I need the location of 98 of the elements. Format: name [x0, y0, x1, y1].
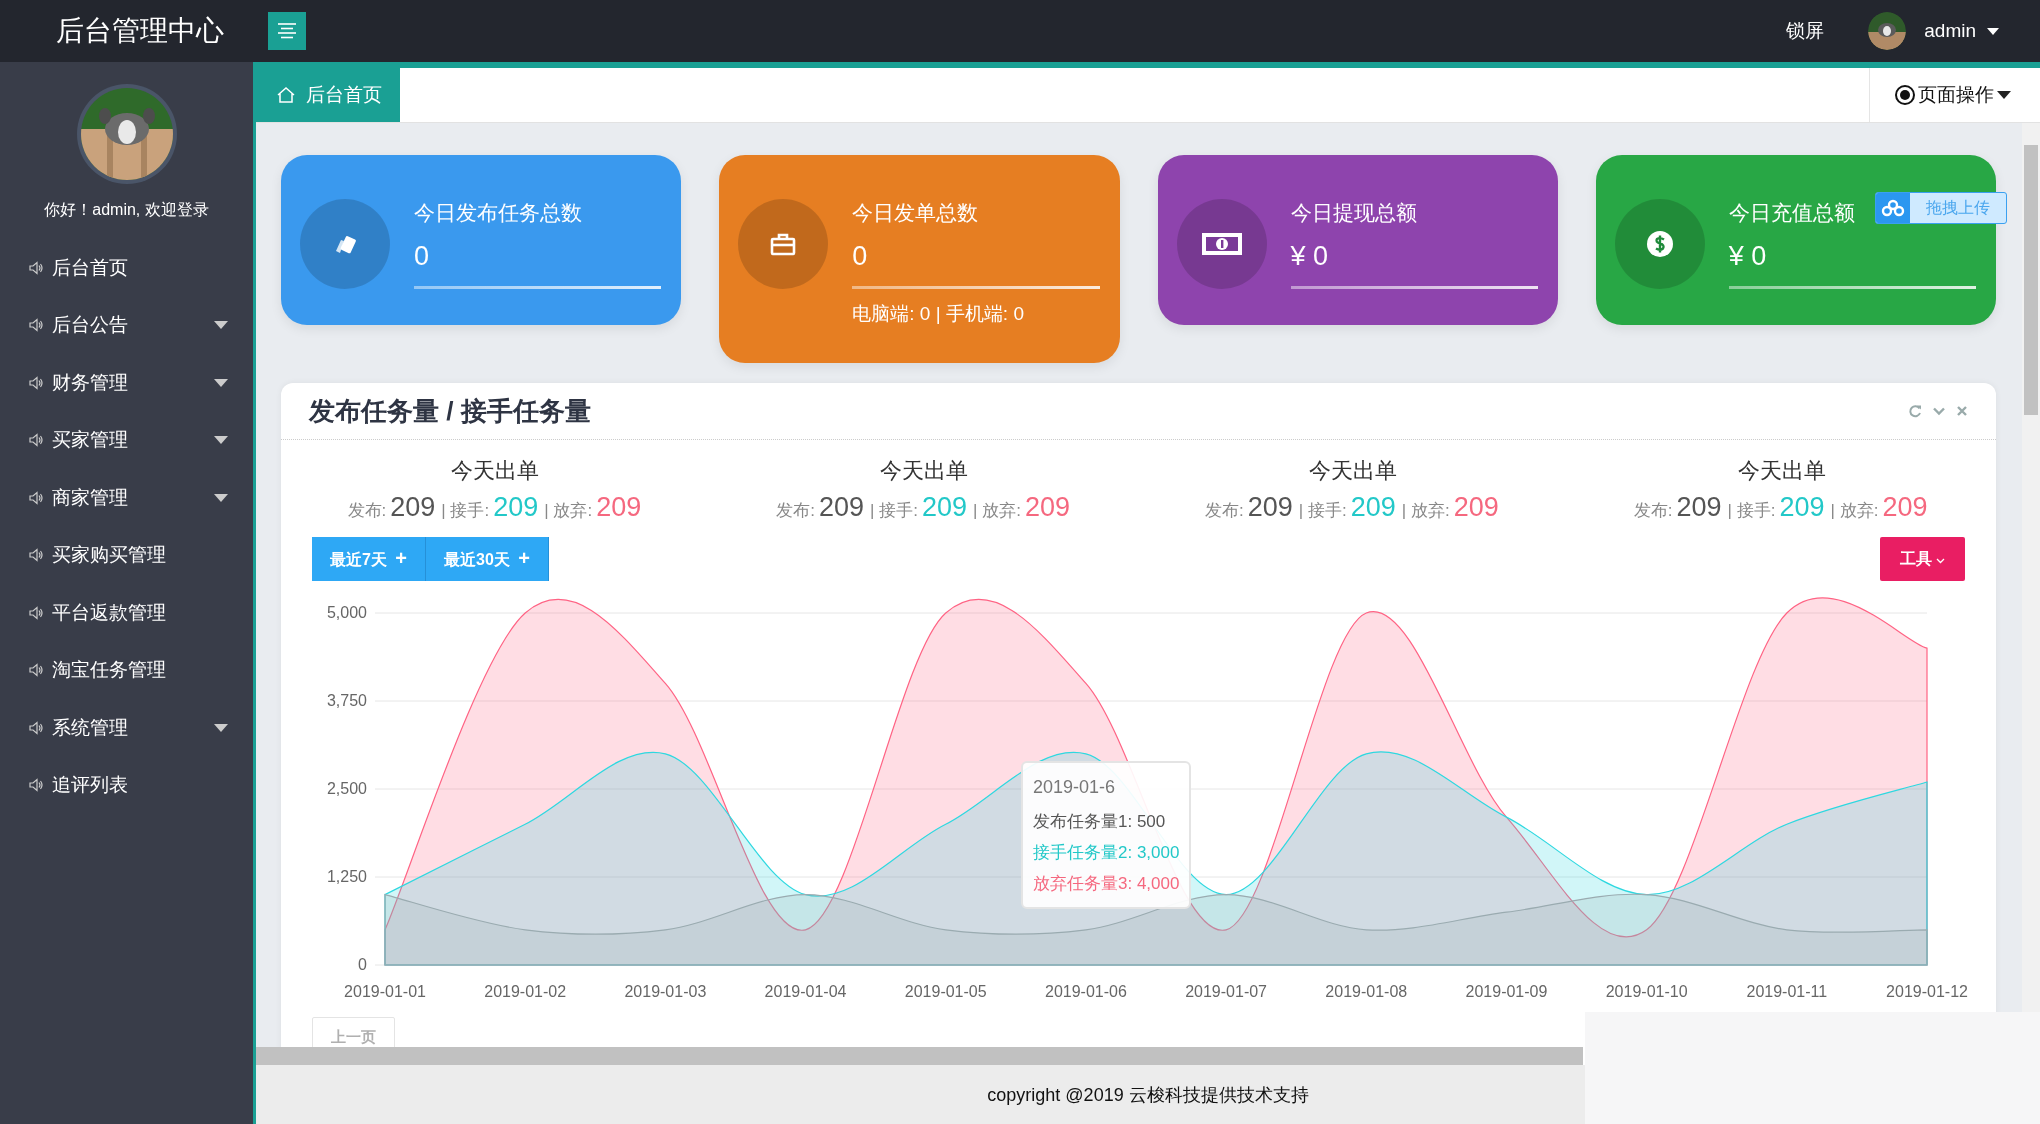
stat-label: 发布: — [1633, 500, 1673, 522]
sidebar-item[interactable]: 后台首页 — [0, 239, 253, 297]
x-axis-label: 2019-01-04 — [764, 983, 847, 1000]
speaker-icon — [28, 259, 44, 276]
card-title: 今日发布任务总数 — [414, 200, 582, 226]
x-axis-label: 2019-01-02 — [484, 983, 567, 1000]
stat-title: 今天出单 — [450, 457, 541, 485]
y-axis-label: 0 — [358, 956, 367, 973]
sidebar-item[interactable]: 买家购买管理 — [0, 526, 253, 584]
x-axis-label: 2019-01-08 — [1325, 983, 1408, 1000]
x-axis-label: 2019-01-11 — [1746, 983, 1828, 1000]
sidebar-item[interactable]: 淘宝任务管理 — [0, 641, 253, 699]
menu-button[interactable] — [268, 12, 306, 50]
x-axis-label: 2019-01-03 — [624, 983, 707, 1000]
speaker-icon — [28, 547, 44, 564]
x-axis-label: 2019-01-09 — [1465, 983, 1548, 1000]
card-value: 0 — [852, 241, 869, 272]
stat-label: | 接手: — [441, 500, 490, 522]
stat-value: 209 — [390, 492, 436, 523]
sidebar-item[interactable]: 财务管理 — [0, 354, 253, 412]
card-detail: 电脑端: 0 | 手机端: 0 — [852, 302, 1025, 326]
cloud-icon — [1881, 199, 1905, 217]
card-title: 今日提现总额 — [1290, 200, 1417, 226]
speaker-icon — [28, 317, 44, 334]
stat-label: | 放弃: — [1401, 500, 1450, 522]
menu-icon — [276, 21, 298, 41]
stat-label: 发布: — [776, 500, 815, 522]
stat-value: 209 — [1779, 492, 1825, 523]
stat-value: 209 — [596, 492, 642, 523]
chevron-down-icon — [1936, 557, 1945, 564]
tooltip-line: 接手任务量2: 3,000 — [1033, 842, 1180, 864]
lock-screen-link[interactable]: 锁屏 — [1786, 18, 1825, 44]
close-icon[interactable] — [1956, 405, 1968, 417]
stat-value: 209 — [1882, 492, 1928, 523]
card-value: ¥ 0 — [1728, 241, 1768, 272]
stat-label: | 放弃: — [1830, 500, 1879, 522]
stat-title: 今天出单 — [1736, 457, 1827, 485]
x-axis-label: 2019-01-12 — [1886, 983, 1968, 1000]
stat-label: 发布: — [1205, 500, 1244, 522]
y-axis-label: 5,000 — [326, 604, 367, 621]
card-value: 0 — [414, 241, 431, 272]
tooltip-line: 发布任务量1: 500 — [1033, 811, 1167, 833]
caret-icon — [1996, 90, 2012, 100]
stat-value: 209 — [1453, 492, 1499, 523]
x-axis-label: 2019-01-01 — [344, 983, 426, 1000]
sidebar-item[interactable]: 后台公告 — [0, 296, 253, 354]
stat-label: | 放弃: — [544, 500, 593, 522]
sidebar-item[interactable]: 追评列表 — [0, 756, 253, 814]
speaker-icon — [28, 432, 44, 449]
y-axis-label: 3,750 — [326, 692, 367, 709]
stat-value: 209 — [921, 492, 967, 523]
stat-label: | 放弃: — [973, 500, 1021, 522]
sidebar-item[interactable]: 买家管理 — [0, 411, 253, 469]
stat-label: 发布: — [347, 500, 387, 522]
radio-icon — [1894, 84, 1916, 106]
home-icon — [276, 86, 296, 104]
panel-title: 发布任务量 / 接手任务量 — [309, 394, 591, 428]
stat-title: 今天出单 — [1307, 457, 1398, 485]
speaker-icon — [28, 777, 44, 794]
dollar-icon — [1644, 229, 1675, 259]
y-axis-label: 2,500 — [326, 780, 367, 797]
speaker-icon — [28, 489, 44, 506]
stat-value: 209 — [1247, 492, 1293, 523]
card-value: ¥ 0 — [1290, 241, 1330, 272]
sidebar-item[interactable]: 平台返款管理 — [0, 584, 253, 642]
tooltip-line: 放弃任务量3: 4,000 — [1033, 873, 1180, 895]
refresh-icon[interactable] — [1908, 404, 1922, 418]
stat-label: | 接手: — [1727, 500, 1776, 522]
sidebar-item[interactable]: 系统管理 — [0, 699, 253, 757]
caret-icon — [1986, 26, 2000, 36]
x-axis-label: 2019-01-06 — [1045, 983, 1127, 1000]
stat-value: 209 — [1024, 492, 1070, 523]
sidebar-item[interactable]: 商家管理 — [0, 469, 253, 527]
card-title: 今日发单总数 — [852, 200, 979, 226]
stat-value: 209 — [493, 492, 539, 523]
x-axis-label: 2019-01-07 — [1185, 983, 1267, 1000]
tools-button[interactable]: 工具 — [1879, 537, 1965, 581]
welcome-text: 你好！admin, 欢迎登录 — [44, 200, 209, 220]
app-title: 后台管理中心 — [55, 14, 225, 48]
stat-label: | 接手: — [870, 500, 918, 522]
copyright-text: copyright @2019 云梭科技提供技术支持 — [987, 1083, 1309, 1107]
speaker-icon — [28, 374, 44, 391]
user-menu[interactable]: admin — [1924, 20, 1976, 42]
stat-title: 今天出单 — [879, 457, 970, 485]
speaker-icon — [28, 662, 44, 679]
stat-value: 209 — [1350, 492, 1396, 523]
stat-label: | 接手: — [1298, 500, 1347, 522]
speaker-icon — [28, 719, 44, 736]
card-title: 今日充值总额 — [1728, 200, 1855, 226]
horizontal-scrollbar[interactable] — [256, 1047, 1583, 1065]
speaker-icon — [28, 604, 44, 621]
stat-value: 209 — [1676, 492, 1722, 523]
stat-value: 209 — [819, 492, 865, 523]
tooltip-title: 2019-01-6 — [1033, 777, 1117, 798]
x-axis-label: 2019-01-10 — [1605, 983, 1688, 1000]
page-actions-menu[interactable]: 页面操作 — [1869, 68, 2040, 122]
x-axis-label: 2019-01-05 — [904, 983, 987, 1000]
y-axis-label: 1,250 — [326, 868, 367, 885]
